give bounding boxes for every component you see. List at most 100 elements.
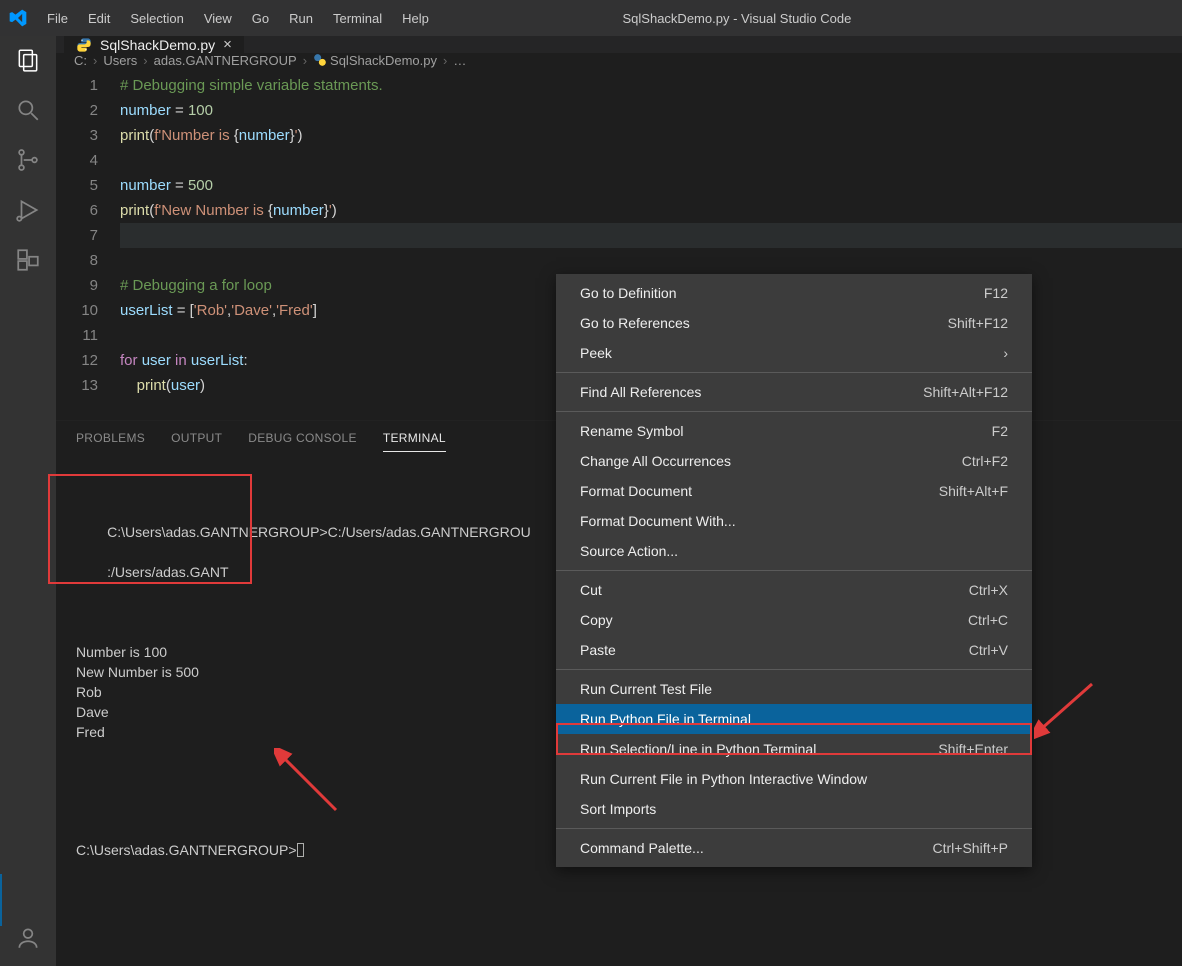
tab-close-icon[interactable]: × [223,36,232,53]
breadcrumb-part[interactable]: Users [103,53,137,68]
ctx-label: Paste [580,642,969,658]
ctx-label: Format Document With... [580,513,1008,529]
line-number: 2 [56,98,98,123]
ctx-cut[interactable]: CutCtrl+X [556,575,1032,605]
code-line[interactable]: print(f'Number is {number}') [120,123,1182,148]
ctx-shortcut: Shift+Alt+F [939,483,1008,499]
line-number: 3 [56,123,98,148]
line-number: 5 [56,173,98,198]
active-indicator [0,874,2,926]
ctx-peek[interactable]: Peek› [556,338,1032,368]
tab-filename: SqlShackDemo.py [100,37,215,53]
menu-view[interactable]: View [195,5,241,32]
breadcrumb-separator: › [303,53,307,68]
ctx-shortcut: Shift+F12 [948,315,1008,331]
breadcrumb-part[interactable]: adas.GANTNERGROUP [154,53,297,68]
line-number: 13 [56,373,98,398]
code-line[interactable] [120,223,1182,248]
ctx-label: Run Current File in Python Interactive W… [580,771,1008,787]
vscode-logo-icon [6,6,30,30]
annotation-output-box [48,474,252,584]
line-number: 1 [56,73,98,98]
ctx-label: Find All References [580,384,923,400]
ctx-label: Run Current Test File [580,681,1008,697]
editor-tab-row: SqlShackDemo.py × [56,36,1182,53]
line-gutter: 12345678910111213 [56,73,120,398]
ctx-label: Rename Symbol [580,423,992,439]
ctx-source-action[interactable]: Source Action... [556,536,1032,566]
line-number: 12 [56,348,98,373]
menu-bar: FileEditSelectionViewGoRunTerminalHelp [38,5,438,32]
ctx-go-to-references[interactable]: Go to ReferencesShift+F12 [556,308,1032,338]
panel-tab-debug-console[interactable]: DEBUG CONSOLE [248,431,357,452]
menu-run[interactable]: Run [280,5,322,32]
ctx-label: Go to References [580,315,948,331]
ctx-label: Source Action... [580,543,1008,559]
ctx-label: Command Palette... [580,840,933,856]
ctx-shortcut: F12 [984,285,1008,301]
line-number: 7 [56,223,98,248]
line-number: 10 [56,298,98,323]
ctx-label: Copy [580,612,968,628]
ctx-shortcut: Shift+Alt+F12 [923,384,1008,400]
ctx-shortcut: Ctrl+Shift+P [933,840,1008,856]
code-line[interactable]: # Debugging simple variable statments. [120,73,1182,98]
panel-tab-output[interactable]: OUTPUT [171,431,222,452]
menu-terminal[interactable]: Terminal [324,5,391,32]
terminal-cursor [297,843,304,857]
ctx-shortcut: Ctrl+X [969,582,1008,598]
menu-selection[interactable]: Selection [121,5,192,32]
run-debug-icon[interactable] [14,196,42,224]
window-title: SqlShackDemo.py - Visual Studio Code [438,11,1176,26]
line-number: 9 [56,273,98,298]
panel-tab-problems[interactable]: PROBLEMS [76,431,145,452]
line-number: 4 [56,148,98,173]
breadcrumbs[interactable]: C: › Users › adas.GANTNERGROUP › SqlShackDemo.… [56,53,1182,69]
ctx-shortcut: Ctrl+F2 [962,453,1008,469]
ctx-run-current-test-file[interactable]: Run Current Test File [556,674,1032,704]
ctx-format-document-with[interactable]: Format Document With... [556,506,1032,536]
ctx-shortcut: Ctrl+V [969,642,1008,658]
menu-go[interactable]: Go [243,5,278,32]
ctx-change-all-occurrences[interactable]: Change All OccurrencesCtrl+F2 [556,446,1032,476]
ctx-paste[interactable]: PasteCtrl+V [556,635,1032,665]
menu-file[interactable]: File [38,5,77,32]
extensions-icon[interactable] [14,246,42,274]
ctx-command-palette[interactable]: Command Palette...Ctrl+Shift+P [556,833,1032,863]
context-menu[interactable]: Go to DefinitionF12Go to ReferencesShift… [556,274,1032,867]
breadcrumb-separator: › [143,53,147,68]
editor-tab[interactable]: SqlShackDemo.py × [64,36,245,53]
line-number: 6 [56,198,98,223]
search-icon[interactable] [14,96,42,124]
accounts-icon[interactable] [14,924,42,952]
breadcrumb-separator: › [93,53,97,68]
breadcrumb-part[interactable]: C: [74,53,87,68]
ctx-go-to-definition[interactable]: Go to DefinitionF12 [556,278,1032,308]
ctx-label: Go to Definition [580,285,984,301]
ctx-shortcut: Ctrl+C [968,612,1008,628]
ctx-label: Peek [580,345,1003,361]
ctx-format-document[interactable]: Format DocumentShift+Alt+F [556,476,1032,506]
ctx-shortcut: F2 [992,423,1008,439]
ctx-run-current-file-in-python-interactive-window[interactable]: Run Current File in Python Interactive W… [556,764,1032,794]
ctx-copy[interactable]: CopyCtrl+C [556,605,1032,635]
titlebar: FileEditSelectionViewGoRunTerminalHelp S… [0,0,1182,36]
menu-edit[interactable]: Edit [79,5,119,32]
explorer-icon[interactable] [14,46,42,74]
breadcrumb-part[interactable]: … [453,53,466,68]
annotation-selected-menu-item [556,723,1032,755]
ctx-sort-imports[interactable]: Sort Imports [556,794,1032,824]
chevron-right-icon: › [1003,345,1008,361]
code-line[interactable]: print(f'New Number is {number}') [120,198,1182,223]
ctx-rename-symbol[interactable]: Rename SymbolF2 [556,416,1032,446]
breadcrumb-part[interactable]: SqlShackDemo.py [313,53,437,68]
code-line[interactable]: number = 100 [120,98,1182,123]
line-number: 8 [56,248,98,273]
ctx-find-all-references[interactable]: Find All ReferencesShift+Alt+F12 [556,377,1032,407]
code-line[interactable]: number = 500 [120,173,1182,198]
panel-tab-terminal[interactable]: TERMINAL [383,431,446,452]
menu-help[interactable]: Help [393,5,438,32]
code-line[interactable] [120,148,1182,173]
code-line[interactable] [120,248,1182,273]
source-control-icon[interactable] [14,146,42,174]
